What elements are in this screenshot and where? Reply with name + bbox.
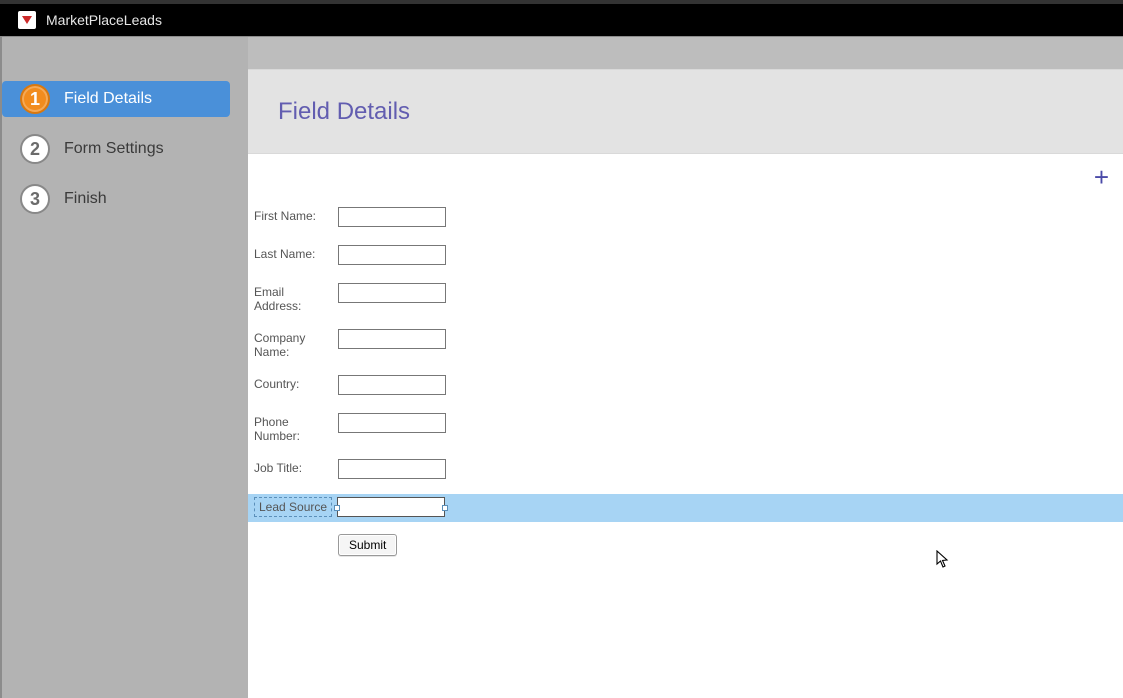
input-last-name[interactable] bbox=[338, 245, 446, 265]
input-job-title[interactable] bbox=[338, 459, 446, 479]
app-icon bbox=[18, 11, 36, 29]
field-row-job-title[interactable]: Job Title: bbox=[248, 456, 1123, 484]
field-row-country[interactable]: Country: bbox=[248, 372, 1123, 400]
submit-row: Submit bbox=[248, 522, 1123, 556]
step-finish[interactable]: 3 Finish bbox=[2, 181, 248, 217]
step-number-2: 2 bbox=[20, 134, 50, 164]
label-country: Country: bbox=[254, 375, 334, 391]
form-fields-area: First Name: Last Name: Email Address: Co… bbox=[248, 154, 1123, 556]
field-row-email[interactable]: Email Address: bbox=[248, 280, 1123, 316]
title-bar: MarketPlaceLeads bbox=[0, 0, 1123, 36]
step-number-1: 1 bbox=[20, 84, 50, 114]
step-field-details[interactable]: 1 Field Details bbox=[2, 81, 230, 117]
app-title: MarketPlaceLeads bbox=[46, 12, 162, 28]
field-row-first-name[interactable]: First Name: bbox=[248, 204, 1123, 232]
plus-icon: + bbox=[1094, 162, 1109, 192]
field-row-lead-source-selected[interactable]: Lead Source bbox=[248, 494, 1123, 522]
label-first-name: First Name: bbox=[254, 207, 334, 223]
step-label-2: Form Settings bbox=[64, 140, 164, 158]
field-row-last-name[interactable]: Last Name: bbox=[248, 242, 1123, 270]
panel-header: Field Details bbox=[248, 69, 1123, 153]
submit-button[interactable]: Submit bbox=[338, 534, 397, 556]
label-company: Company Name: bbox=[254, 329, 334, 359]
panel-title: Field Details bbox=[278, 98, 410, 126]
step-number-3: 3 bbox=[20, 184, 50, 214]
add-field-button[interactable]: + bbox=[1094, 164, 1109, 190]
input-phone[interactable] bbox=[338, 413, 446, 433]
input-company[interactable] bbox=[338, 329, 446, 349]
input-country[interactable] bbox=[338, 375, 446, 395]
field-row-company[interactable]: Company Name: bbox=[248, 326, 1123, 362]
step-label-3: Finish bbox=[64, 190, 107, 208]
label-last-name: Last Name: bbox=[254, 245, 334, 261]
field-row-phone[interactable]: Phone Number: bbox=[248, 410, 1123, 446]
label-lead-source[interactable]: Lead Source bbox=[254, 497, 332, 517]
form-canvas: + First Name: Last Name: Email Address: … bbox=[248, 153, 1123, 698]
input-first-name[interactable] bbox=[338, 207, 446, 227]
label-email: Email Address: bbox=[254, 283, 334, 313]
steps-sidebar: 1 Field Details 2 Form Settings 3 Finish bbox=[2, 37, 248, 698]
resize-handle-right[interactable] bbox=[442, 505, 448, 511]
input-email[interactable] bbox=[338, 283, 446, 303]
step-label-1: Field Details bbox=[64, 90, 152, 108]
input-lead-source[interactable] bbox=[337, 497, 445, 517]
label-job-title: Job Title: bbox=[254, 459, 334, 475]
label-phone: Phone Number: bbox=[254, 413, 334, 443]
resize-handle-left[interactable] bbox=[334, 505, 340, 511]
step-form-settings[interactable]: 2 Form Settings bbox=[2, 131, 248, 167]
toolbar-strip bbox=[248, 37, 1123, 69]
